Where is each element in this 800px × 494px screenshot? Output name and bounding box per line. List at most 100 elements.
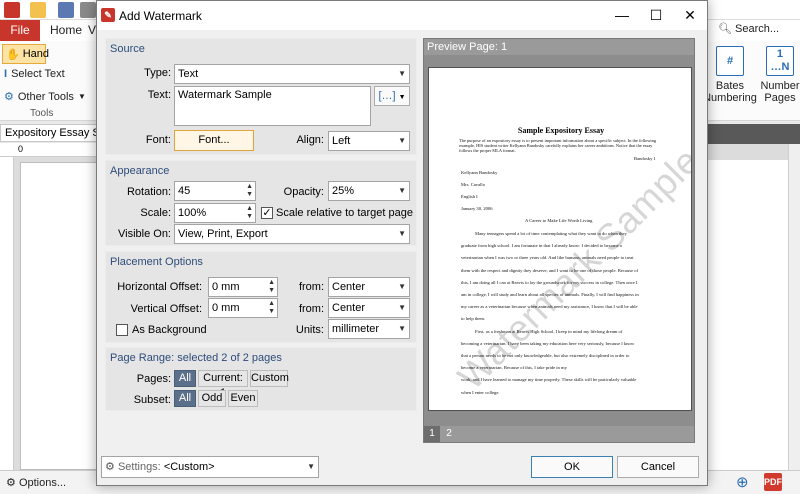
close-button[interactable]: ✕ [673, 1, 707, 30]
number-pages-button[interactable]: 1 …N Number Pages [748, 46, 800, 104]
h-offset-value: 0 mm [212, 281, 240, 293]
right-document-page [708, 160, 788, 470]
units-select[interactable]: millimeter ▼ [328, 319, 410, 339]
tab-file[interactable]: File [0, 20, 40, 41]
subset-all-button[interactable]: All [174, 390, 196, 407]
gear-icon: ⚙ [4, 91, 14, 103]
h-from-value: Center [332, 281, 366, 293]
visible-on-select[interactable]: View, Print, Export ▼ [174, 224, 410, 244]
number-pages-label: Number Pages [760, 80, 800, 104]
dialog-title: Add Watermark [119, 9, 202, 23]
essay-date: January 30, 2006 [461, 206, 493, 211]
settings-value: <Custom> [163, 461, 215, 473]
units-value: millimeter [332, 323, 380, 335]
preview-panel: Preview Page: 1 Sample Expository Essay … [423, 38, 695, 443]
preview-page-tabs: 1 2 [424, 426, 694, 442]
align-select[interactable]: Left ▼ [328, 131, 410, 151]
document-tab[interactable]: Expository Essay Samp [0, 124, 97, 142]
v-from-select[interactable]: Center ▼ [328, 298, 410, 318]
app-logo-icon [4, 2, 20, 18]
subset-odd-button[interactable]: Odd [198, 390, 226, 407]
scale-value: 100% [178, 207, 207, 219]
placement-heading: Placement Options [110, 256, 203, 268]
font-button[interactable]: Font... [174, 130, 254, 151]
save-icon[interactable] [58, 2, 74, 18]
other-tools-label: Other Tools [17, 90, 74, 103]
v-offset-spinner[interactable]: 0 mm ▲ ▼ [208, 298, 278, 318]
preview-page-tab-1[interactable]: 1 [424, 426, 440, 442]
v-offset-value: 0 mm [212, 302, 240, 314]
scale-relative-label: Scale relative to target page [276, 207, 413, 219]
units-label: Units: [295, 324, 324, 336]
tools-group-label: Tools [30, 108, 54, 119]
hand-tool-button[interactable]: ✋ Hand [2, 44, 49, 64]
zoom-in-icon[interactable]: ⊕ [736, 473, 749, 491]
watermark-app-icon: ✎ [101, 8, 115, 22]
chevron-down-icon: ▼ [398, 69, 406, 78]
vertical-scrollbar[interactable] [788, 144, 800, 470]
h-from-label: from: [298, 281, 324, 293]
print-icon[interactable] [80, 2, 96, 18]
type-select[interactable]: Text ▼ [174, 64, 410, 84]
pages-custom-button[interactable]: Custom [250, 370, 289, 387]
insert-macro-button[interactable]: […] ▼ [374, 86, 410, 106]
settings-select[interactable]: ⚙ Settings: <Custom> ▼ [101, 456, 319, 478]
pages-current-button[interactable]: Current: 1 [198, 370, 248, 399]
ok-button[interactable]: OK [531, 456, 613, 478]
options-button[interactable]: ⚙ Options... [6, 476, 66, 489]
options-label: Options... [18, 477, 67, 489]
select-text-label: Select Text [11, 68, 65, 80]
open-folder-icon[interactable] [30, 2, 46, 18]
scale-spinner[interactable]: 100% ▲ ▼ [174, 203, 256, 223]
preview-heading: Preview Page: 1 [424, 39, 694, 55]
pdf-icon[interactable]: PDF [764, 473, 782, 491]
appearance-heading: Appearance [110, 165, 170, 177]
settings-gear-icon: ⚙ [105, 461, 115, 473]
document-page [20, 162, 97, 470]
align-value: Left [332, 135, 351, 147]
other-tools-button[interactable]: ⚙ Other Tools ▼ [4, 90, 86, 104]
pages-label: Pages: [136, 373, 171, 385]
vertical-ruler [0, 157, 14, 470]
subset-even-button[interactable]: Even [228, 390, 258, 407]
pages-all-button[interactable]: All [174, 370, 196, 387]
subset-label: Subset: [133, 394, 171, 406]
maximize-button[interactable]: ☐ [639, 1, 673, 30]
scale-relative-checkbox[interactable]: ✓ [261, 207, 273, 219]
as-background-checkbox[interactable] [116, 324, 128, 336]
font-label: Font: [145, 134, 171, 146]
cancel-button[interactable]: Cancel [617, 456, 699, 478]
watermark-text-input[interactable]: Watermark Sample [174, 86, 371, 126]
placement-section: Placement Options Horizontal Offset: 0 m… [105, 251, 417, 343]
page-range-section: Page Range: selected 2 of 2 pages Pages:… [105, 347, 417, 411]
opacity-label: Opacity: [283, 186, 324, 198]
essay-intro: The purpose of an expository essay is to… [459, 138, 657, 153]
tab-home[interactable]: Home [50, 20, 82, 41]
preview-page-tab-2[interactable]: 2 [441, 426, 457, 442]
essay-course: English I [461, 194, 478, 199]
v-offset-label: Vertical Offset: [130, 303, 202, 315]
hand-icon: ✋ [6, 48, 20, 61]
visible-on-label: Visible On: [118, 228, 171, 240]
h-from-select[interactable]: Center ▼ [328, 277, 410, 297]
header-right: Bandosky 1 [634, 156, 656, 161]
spin-arrows-icon: ▲ ▼ [268, 300, 275, 315]
dialog-title-bar: ✎ Add Watermark — ☐ ✕ [97, 1, 707, 30]
essay-author: Kellyann Bandosky [461, 170, 498, 175]
as-background-label: As Background [132, 324, 207, 336]
rotation-spinner[interactable]: 45 ▲ ▼ [174, 181, 256, 201]
opacity-select[interactable]: 25% ▼ [328, 181, 410, 201]
search-button[interactable]: 🔍︎ Search... [718, 22, 779, 35]
appearance-section: Appearance Rotation: 45 ▲ ▼ Opacity: 25% … [105, 160, 417, 246]
h-offset-spinner[interactable]: 0 mm ▲ ▼ [208, 277, 278, 297]
essay-body-line: to help them. [461, 316, 486, 322]
opacity-value: 25% [332, 185, 355, 197]
ruler-zero: 0 [18, 144, 24, 154]
tab-view[interactable]: V [88, 20, 96, 41]
minimize-button[interactable]: — [605, 1, 639, 30]
select-text-button[interactable]: I Select Text [4, 68, 65, 80]
scale-label: Scale: [140, 207, 171, 219]
dialog-button-bar: ⚙ Settings: <Custom> ▼ OK Cancel [97, 454, 707, 485]
chevron-down-icon: ▼ [398, 229, 406, 238]
spin-arrows-icon: ▲ ▼ [268, 279, 275, 294]
